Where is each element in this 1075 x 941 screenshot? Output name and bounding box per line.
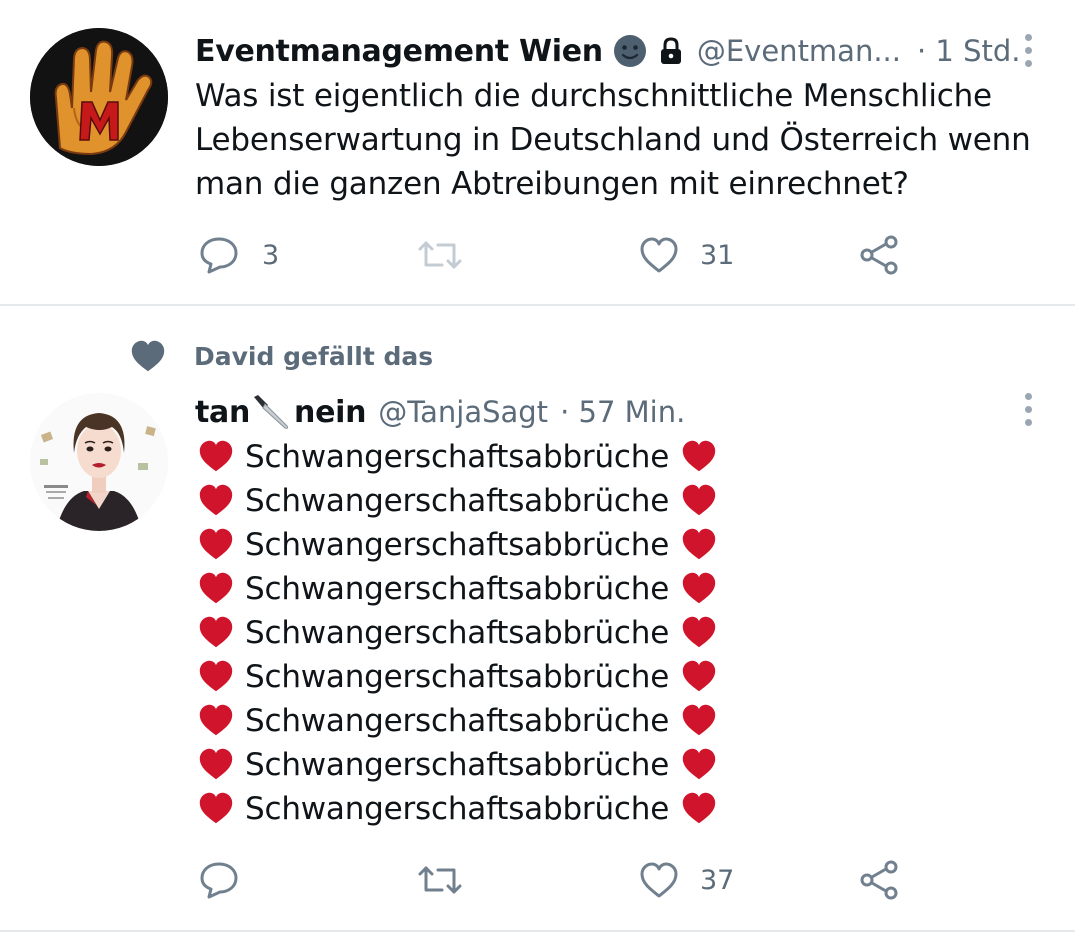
reply-button[interactable] <box>198 859 240 901</box>
social-context-text[interactable]: David gefällt das <box>194 342 433 371</box>
tweet-text-word: Schwangerschaftsabbrüche <box>245 527 670 563</box>
red-heart-emoji-icon <box>680 482 718 520</box>
tweet-text-line: Schwangerschaftsabbrüche <box>197 787 897 831</box>
tweet-text-line: Schwangerschaftsabbrüche <box>197 699 897 743</box>
red-heart-emoji-icon <box>680 658 718 696</box>
red-heart-emoji-icon <box>197 614 235 652</box>
retweet-button[interactable] <box>416 234 464 276</box>
retweet-button[interactable] <box>416 859 464 901</box>
reply-icon <box>200 862 238 899</box>
tweet-text-line: Was ist eigentlich die durchschnittliche… <box>195 78 992 114</box>
like-count: 31 <box>700 239 735 271</box>
red-heart-emoji-icon <box>680 702 718 740</box>
tweet-header: tan nein @TanjaSagt · 57 Min. <box>195 391 685 433</box>
knife-emoji-icon <box>252 393 292 431</box>
red-heart-emoji-icon <box>680 614 718 652</box>
red-heart-emoji-icon <box>197 702 235 740</box>
handle[interactable]: @TanjaSagt <box>378 395 548 429</box>
tweet-text: Was ist eigentlich die durchschnittliche… <box>195 74 1055 206</box>
share-button[interactable] <box>858 859 900 901</box>
tweet-text-line: Schwangerschaftsabbrüche <box>197 655 897 699</box>
display-name[interactable]: Eventmanagement Wien <box>195 34 603 69</box>
tweet-text-line: Schwangerschaftsabbrüche <box>197 743 897 787</box>
red-heart-emoji-icon <box>197 658 235 696</box>
red-heart-emoji-icon <box>680 438 718 476</box>
tweet-text-line: Lebenserwartung in Deutschland und Öster… <box>195 122 1031 158</box>
display-name-start[interactable]: tan <box>195 395 250 430</box>
red-heart-emoji-icon <box>680 790 718 828</box>
reply-count: 3 <box>262 239 280 271</box>
tweet-text-word: Schwangerschaftsabbrüche <box>245 483 670 519</box>
tweet-text-line: man die ganzen Abtreibungen mit einrechn… <box>195 166 909 202</box>
tweet-text-word: Schwangerschaftsabbrüche <box>245 615 670 651</box>
tweet-text-word: Schwangerschaftsabbrüche <box>245 439 670 475</box>
avatar-tanjasagt[interactable] <box>30 393 168 531</box>
like-button[interactable]: 37 <box>638 859 734 901</box>
tweet-text-line: Schwangerschaftsabbrüche <box>197 523 897 567</box>
tweet-text: Schwangerschaftsabbrüche Schwangerschafts… <box>197 435 897 831</box>
heart-icon <box>131 340 165 372</box>
share-button[interactable] <box>858 234 900 276</box>
red-heart-emoji-icon <box>680 526 718 564</box>
tweet-text-line: Schwangerschaftsabbrüche <box>197 435 897 479</box>
face-emoji-icon <box>613 34 647 68</box>
avatar-eventmanagement[interactable] <box>30 28 168 166</box>
red-heart-emoji-icon <box>197 790 235 828</box>
tweet-text-line: Schwangerschaftsabbrüche <box>197 611 897 655</box>
like-icon <box>640 862 678 898</box>
red-heart-emoji-icon <box>197 482 235 520</box>
red-heart-emoji-icon <box>680 570 718 608</box>
handle[interactable]: @Eventman... <box>697 34 901 68</box>
tweet-text-line: Schwangerschaftsabbrüche <box>197 479 897 523</box>
timestamp[interactable]: · 57 Min. <box>560 395 685 429</box>
tweet-text-line: Schwangerschaftsabbrüche <box>197 567 897 611</box>
more-options-icon[interactable] <box>1021 393 1035 426</box>
tweet-text-word: Schwangerschaftsabbrüche <box>245 659 670 695</box>
hand-logo-icon <box>30 28 168 166</box>
tweet-text-word: Schwangerschaftsabbrüche <box>245 571 670 607</box>
tweet-header: Eventmanagement Wien @Eventman... · 1 St… <box>195 30 1021 72</box>
display-name-end[interactable]: nein <box>294 395 366 430</box>
like-count: 37 <box>700 864 735 896</box>
tweet-2[interactable]: tan nein @TanjaSagt · 57 Min. Schwangers… <box>0 385 1075 930</box>
share-icon <box>860 860 898 900</box>
lock-icon <box>657 36 685 66</box>
red-heart-emoji-icon <box>197 526 235 564</box>
tweet-divider <box>0 930 1075 932</box>
red-heart-emoji-icon <box>197 570 235 608</box>
tweet-divider <box>0 304 1075 306</box>
like-button[interactable]: 31 <box>638 234 734 276</box>
red-heart-emoji-icon <box>680 746 718 784</box>
retweet-icon <box>418 241 462 269</box>
like-icon <box>640 237 678 273</box>
tweet-1[interactable]: Eventmanagement Wien @Eventman... · 1 St… <box>0 0 1075 305</box>
illustrated-portrait-icon <box>30 393 168 531</box>
more-options-icon[interactable] <box>1021 34 1035 67</box>
reply-icon <box>200 237 238 274</box>
retweet-icon <box>418 866 462 894</box>
tweet-text-word: Schwangerschaftsabbrüche <box>245 791 670 827</box>
reply-button[interactable]: 3 <box>198 234 279 276</box>
timestamp[interactable]: · 1 Std. <box>917 34 1021 68</box>
social-context: David gefällt das <box>128 336 433 376</box>
share-icon <box>860 235 898 275</box>
tweet-text-word: Schwangerschaftsabbrüche <box>245 703 670 739</box>
tweet-text-word: Schwangerschaftsabbrüche <box>245 747 670 783</box>
red-heart-emoji-icon <box>197 746 235 784</box>
red-heart-emoji-icon <box>197 438 235 476</box>
